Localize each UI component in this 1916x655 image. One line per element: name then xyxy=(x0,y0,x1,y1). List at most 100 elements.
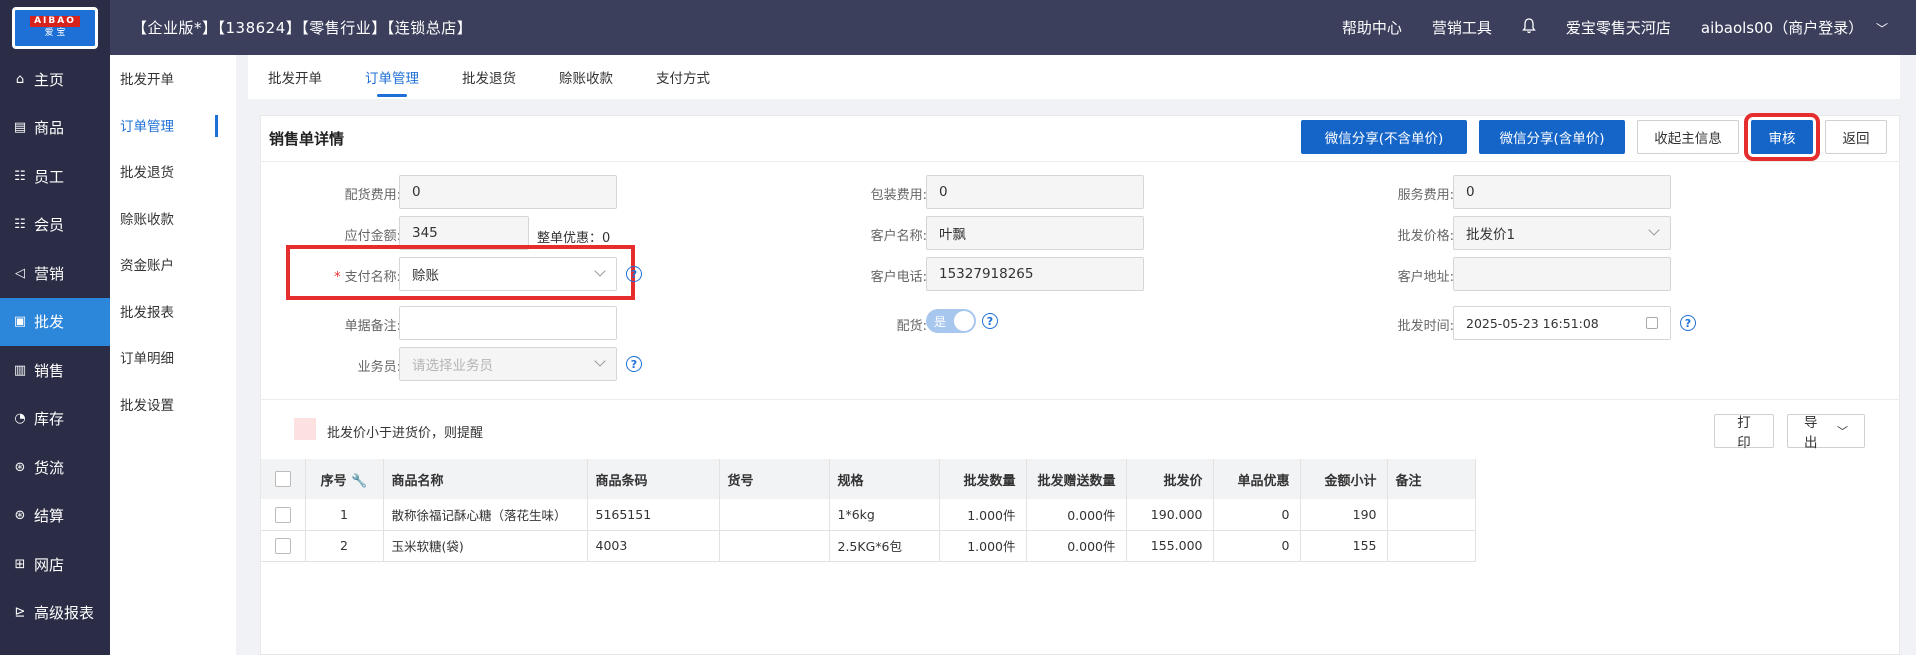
price-warning-legend: 批发价小于进货价，则提醒 xyxy=(327,426,484,441)
pack-fee-label: 包装费用: xyxy=(870,188,927,203)
customer-phone-field: 15327918265 xyxy=(926,257,1144,291)
pay-name-label: * 支付名称: xyxy=(334,270,401,285)
export-button[interactable]: 导出 ﹀ xyxy=(1787,414,1865,451)
sidebar-item-flow[interactable]: ⊛ 货流 xyxy=(0,443,110,492)
subnav-item-wholesale-return[interactable]: 批发退货 xyxy=(110,148,236,195)
pay-name-value: 赊账 xyxy=(412,268,439,284)
cell-remark xyxy=(1387,530,1476,562)
subnav-item-credit-collection[interactable]: 赊账收款 xyxy=(110,195,236,242)
sidebar-item-report[interactable]: ⊵ 高级报表 xyxy=(0,589,110,638)
sidebar-item-shop[interactable]: ⊞ 网店 xyxy=(0,540,110,589)
salesman-select[interactable]: 请选择业务员 xyxy=(399,347,617,381)
logo[interactable]: AIBAO 爱 宝 xyxy=(0,0,110,55)
subnav-item-fund-account[interactable]: 资金账户 xyxy=(110,241,236,288)
delivery-toggle[interactable]: 是 xyxy=(926,309,976,333)
audit-button[interactable]: 审核 xyxy=(1744,113,1820,161)
sidebar-item-label: 库存 xyxy=(34,410,65,429)
help-icon[interactable]: ? xyxy=(626,356,642,372)
col-index: 序号 🔧 xyxy=(305,459,384,499)
subnav-item-order-management[interactable]: 订单管理 xyxy=(110,102,236,149)
wrench-icon[interactable]: 🔧 xyxy=(351,474,367,489)
sidebar-item-label: 高级报表 xyxy=(34,604,95,623)
table-row[interactable]: 2 玉米软糖(袋) 4003 2.5KG*6包 1.000件 0.000件 15… xyxy=(261,530,1476,562)
cell-gift-quantity: 0.000件 xyxy=(1026,530,1127,562)
tab-wholesale-order[interactable]: 批发开单 xyxy=(268,55,322,99)
sidebar-item-wholesale[interactable]: ▣ 批发 xyxy=(0,297,110,346)
help-icon[interactable]: ? xyxy=(626,266,642,282)
wholesale-time-picker[interactable]: 2025-05-23 16:51:08 xyxy=(1453,306,1671,340)
subnav-item-wholesale-settings[interactable]: 批发设置 xyxy=(110,381,236,428)
row-checkbox[interactable] xyxy=(274,537,291,554)
sidebar-item-label: 主页 xyxy=(34,70,65,89)
bell-icon[interactable] xyxy=(1522,17,1536,38)
tab-bar: 批发开单 订单管理 批发退货 赊账收款 支付方式 xyxy=(248,55,1900,99)
sidebar-item-marketing[interactable]: ◁ 营销 xyxy=(0,249,110,298)
export-label: 导出 xyxy=(1804,415,1818,451)
row-checkbox-cell[interactable] xyxy=(261,530,306,562)
sidebar-item-label: 商品 xyxy=(34,119,65,138)
warning-color-swatch xyxy=(294,418,316,440)
remark-label: 单据备注: xyxy=(344,319,401,334)
help-center-link[interactable]: 帮助中心 xyxy=(1342,17,1402,38)
wechat-share-with-price-button[interactable]: 微信分享(含单价) xyxy=(1479,120,1625,154)
store-name[interactable]: 爱宝零售天河店 xyxy=(1566,17,1671,38)
sidebar-item-goods[interactable]: ▤ 商品 xyxy=(0,104,110,153)
sidebar-item-sales[interactable]: ▥ 销售 xyxy=(0,346,110,395)
logo-text-bottom: 爱 宝 xyxy=(44,28,66,38)
sidebar-item-staff[interactable]: ☷ 员工 xyxy=(0,152,110,201)
subnav-item-wholesale-report[interactable]: 批发报表 xyxy=(110,288,236,335)
subnav-item-wholesale-order[interactable]: 批发开单 xyxy=(110,55,236,102)
pay-name-select[interactable]: 赊账 xyxy=(399,257,617,291)
tab-order-management[interactable]: 订单管理 xyxy=(365,55,419,99)
help-icon[interactable]: ? xyxy=(1680,315,1696,331)
col-subtotal: 金额小计 xyxy=(1300,459,1388,499)
home-icon: ⌂ xyxy=(15,71,25,87)
marketing-tools-link[interactable]: 营销工具 xyxy=(1432,17,1492,38)
delivery-toggle-text: 是 xyxy=(934,315,947,329)
wholesale-time-label: 批发时间: xyxy=(1397,319,1454,334)
table-row[interactable]: 1 散称徐福记酥心糖（落花生味） 5165151 1*6kg 1.000件 0.… xyxy=(261,499,1476,531)
wechat-share-no-price-button[interactable]: 微信分享(不含单价) xyxy=(1301,120,1467,154)
chart-icon: ▥ xyxy=(13,362,27,378)
customer-phone-value: 15327918265 xyxy=(939,266,1034,282)
remark-textarea[interactable] xyxy=(399,306,617,340)
cell-wholesale-price: 190.000 xyxy=(1126,499,1214,531)
col-spec: 规格 xyxy=(829,459,940,499)
select-all-checkbox[interactable] xyxy=(274,471,291,487)
logo-badge: AIBAO 爱 宝 xyxy=(12,6,98,49)
select-all-checkbox-cell[interactable] xyxy=(261,459,306,499)
row-checkbox-cell[interactable] xyxy=(261,499,306,531)
whole-discount-text: 整单优惠：0 xyxy=(537,231,611,246)
cell-gift-quantity: 0.000件 xyxy=(1026,499,1127,531)
row-checkbox[interactable] xyxy=(274,506,291,523)
cell-spec: 2.5KG*6包 xyxy=(829,530,940,562)
tab-wholesale-return[interactable]: 批发退货 xyxy=(462,55,516,99)
customer-phone-label: 客户电话: xyxy=(870,270,927,285)
payable-value: 345 xyxy=(412,225,438,241)
sidebar-item-member[interactable]: ☷ 会员 xyxy=(0,201,110,250)
cell-remark xyxy=(1387,499,1476,531)
delivery-label: 配货: xyxy=(896,319,927,334)
print-button[interactable]: 打印 xyxy=(1714,414,1774,451)
sidebar-item-label: 货流 xyxy=(34,458,65,477)
col-remark: 备注 xyxy=(1387,459,1476,499)
cell-subtotal: 190 xyxy=(1300,499,1388,531)
user-menu[interactable]: aibaols00（商户登录） ﹀ xyxy=(1701,17,1888,38)
report-icon: ⊵ xyxy=(14,605,26,621)
table-header-row: 序号 🔧 商品名称 商品条码 货号 规格 批发数量 批发赠送数量 批发价 单品优… xyxy=(261,459,1476,499)
sidebar-item-settle[interactable]: ⊛ 结算 xyxy=(0,492,110,541)
sidebar-item-label: 结算 xyxy=(34,507,65,526)
help-icon[interactable]: ? xyxy=(982,313,998,329)
wholesale-price-select[interactable]: 批发价1 xyxy=(1453,216,1671,250)
sidebar-item-stock[interactable]: ◔ 库存 xyxy=(0,395,110,444)
collapse-main-info-button[interactable]: 收起主信息 xyxy=(1637,120,1739,154)
logo-text-top: AIBAO xyxy=(30,16,80,27)
subnav-item-order-detail[interactable]: 订单明细 xyxy=(110,334,236,381)
sidebar-item-home[interactable]: ⌂ 主页 xyxy=(0,55,110,104)
tab-credit-collection[interactable]: 赊账收款 xyxy=(559,55,613,99)
sidebar-item-label: 营销 xyxy=(34,264,65,283)
tab-payment-method[interactable]: 支付方式 xyxy=(656,55,710,99)
back-button[interactable]: 返回 xyxy=(1825,120,1887,154)
sidebar-item-label: 员工 xyxy=(34,167,65,186)
chevron-down-icon: ﹀ xyxy=(1875,22,1888,36)
